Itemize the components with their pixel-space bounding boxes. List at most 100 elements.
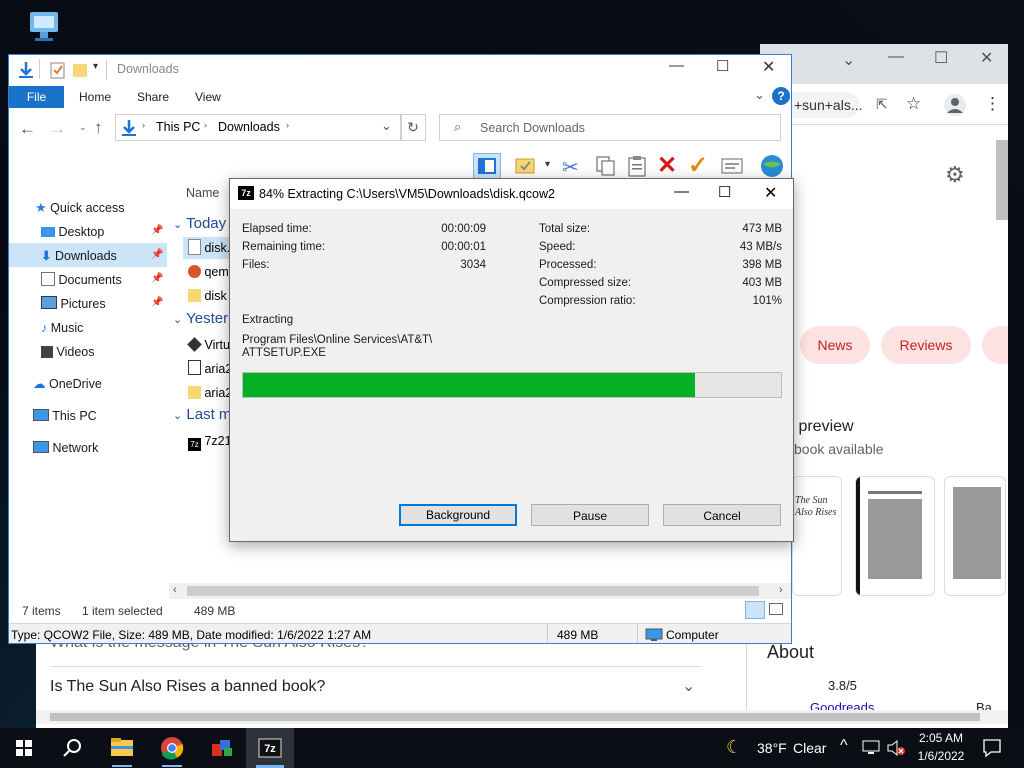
dialog-minimize-button[interactable]: — bbox=[674, 183, 689, 200]
ribbon-tab-view[interactable]: View bbox=[195, 87, 221, 107]
scroll-left-icon[interactable]: ‹ bbox=[173, 584, 177, 596]
book-page-card-2[interactable] bbox=[944, 476, 1006, 596]
bookmark-star-icon[interactable]: ☆ bbox=[906, 94, 921, 114]
quick-access-download-icon[interactable] bbox=[17, 61, 35, 79]
file-explorer-taskbar-icon[interactable] bbox=[98, 728, 146, 768]
dialog-close-button[interactable]: ✕ bbox=[764, 183, 777, 203]
start-button[interactable] bbox=[0, 728, 48, 768]
nav-network[interactable]: Network bbox=[33, 437, 98, 459]
volume-muted-icon[interactable] bbox=[886, 739, 906, 757]
app-taskbar-icon[interactable] bbox=[198, 728, 246, 768]
chrome-maximize-button[interactable]: ☐ bbox=[934, 48, 948, 68]
ribbon-tab-share[interactable]: Share bbox=[137, 87, 169, 107]
file-row[interactable]: disk. bbox=[188, 237, 230, 259]
nav-desktop[interactable]: Desktop bbox=[41, 221, 104, 243]
chrome-h-scrollbar-thumb[interactable] bbox=[50, 713, 980, 721]
back-arrow-icon[interactable]: ← bbox=[19, 119, 36, 139]
address-dropdown-icon[interactable]: ⌄ bbox=[381, 118, 392, 134]
share-icon[interactable]: ⇱ bbox=[876, 96, 888, 113]
file-row[interactable]: disk bbox=[188, 285, 227, 307]
nav-videos[interactable]: Videos bbox=[41, 341, 94, 363]
chrome-tab-dropdown-icon[interactable]: ⌄ bbox=[842, 50, 855, 70]
column-header-name[interactable]: Name bbox=[186, 186, 219, 200]
cancel-button[interactable]: Cancel bbox=[663, 504, 781, 526]
ribbon-expand-icon[interactable]: ⌄ bbox=[754, 87, 765, 103]
file-row[interactable]: qem bbox=[188, 261, 229, 283]
nav-music[interactable]: ♪ Music bbox=[41, 317, 83, 339]
search-box[interactable]: ⌕ Search Downloads bbox=[439, 114, 781, 141]
background-button[interactable]: Background bbox=[399, 504, 517, 526]
weather-temp[interactable]: 38°F bbox=[757, 740, 787, 756]
paste-icon[interactable] bbox=[626, 155, 648, 177]
notification-icon[interactable] bbox=[982, 738, 1002, 758]
faq-item[interactable]: Is The Sun Also Rises a banned book? bbox=[50, 678, 325, 696]
scroll-right-icon[interactable]: › bbox=[779, 584, 783, 596]
file-row[interactable]: aria2 bbox=[188, 358, 232, 380]
recent-locations-icon[interactable]: ⌄ bbox=[79, 122, 87, 133]
nav-documents[interactable]: Documents bbox=[41, 269, 122, 291]
check-icon[interactable]: ✓ bbox=[688, 151, 708, 180]
explorer-maximize-button[interactable]: ☐ bbox=[716, 57, 729, 75]
chrome-h-scrollbar[interactable] bbox=[36, 710, 1008, 724]
delete-icon[interactable]: ✕ bbox=[657, 151, 677, 180]
toolbar-dropdown-icon[interactable]: ▾ bbox=[545, 159, 550, 170]
toolbar-folder-icon[interactable] bbox=[515, 155, 537, 177]
breadcrumb-downloads[interactable]: Downloads bbox=[218, 120, 280, 134]
file-row[interactable]: Virtu bbox=[187, 334, 230, 356]
large-icons-view-icon[interactable] bbox=[769, 603, 783, 615]
forward-arrow-icon[interactable]: → bbox=[49, 119, 66, 139]
faq-chevron-icon[interactable]: ⌄ bbox=[682, 676, 695, 696]
customize-qat-icon[interactable]: ▾ bbox=[93, 61, 98, 72]
profile-avatar[interactable] bbox=[944, 94, 966, 116]
properties-icon[interactable] bbox=[50, 61, 66, 79]
explorer-minimize-button[interactable]: — bbox=[669, 57, 684, 74]
pause-button[interactable]: Pause bbox=[531, 504, 649, 526]
chip-reviews[interactable]: Reviews bbox=[881, 326, 971, 364]
nav-this-pc[interactable]: This PC bbox=[33, 405, 97, 427]
toolbar-view-icon[interactable] bbox=[473, 153, 501, 179]
breadcrumb-this-pc[interactable]: This PC bbox=[156, 120, 200, 134]
chrome-close-button[interactable]: ✕ bbox=[980, 48, 993, 68]
group-yesterday[interactable]: ⌄ Yester bbox=[173, 310, 228, 327]
chrome-scrollbar-thumb[interactable] bbox=[996, 140, 1008, 220]
desktop-recycle-icon[interactable] bbox=[26, 8, 62, 44]
details-view-icon[interactable] bbox=[745, 601, 765, 619]
weather-moon-icon[interactable]: ☾ bbox=[726, 737, 742, 758]
explorer-h-scrollbar[interactable]: ‹ › bbox=[169, 583, 791, 599]
clock-time[interactable]: 2:05 AM bbox=[916, 731, 966, 745]
nav-downloads[interactable]: ⬇ Downloads bbox=[41, 245, 117, 267]
tray-chevron-icon[interactable]: ^ bbox=[840, 737, 848, 755]
network-tray-icon[interactable] bbox=[862, 740, 880, 756]
ribbon-tab-home[interactable]: Home bbox=[79, 87, 111, 107]
nav-onedrive[interactable]: ☁ OneDrive bbox=[33, 373, 102, 395]
file-row[interactable]: 7z 7z21 bbox=[188, 430, 232, 452]
new-folder-icon[interactable] bbox=[72, 61, 88, 79]
clock-date[interactable]: 1/6/2022 bbox=[916, 749, 966, 763]
cut-icon[interactable]: ✂ bbox=[562, 155, 579, 180]
group-today[interactable]: ⌄ Today bbox=[173, 215, 226, 232]
chrome-taskbar-icon[interactable] bbox=[148, 728, 196, 768]
chrome-menu-icon[interactable]: ⋮ bbox=[984, 94, 1001, 114]
refresh-icon[interactable]: ↻ bbox=[400, 114, 426, 141]
help-icon[interactable]: ? bbox=[772, 87, 790, 105]
web-globe-icon[interactable] bbox=[759, 153, 785, 179]
book-page-card-1[interactable] bbox=[855, 476, 935, 596]
ribbon-tab-file[interactable]: File bbox=[9, 86, 64, 108]
up-arrow-icon[interactable]: ↑ bbox=[94, 118, 103, 138]
nav-quick-access[interactable]: ★ Quick access bbox=[35, 197, 124, 219]
explorer-close-button[interactable]: ✕ bbox=[762, 57, 775, 77]
search-icon[interactable] bbox=[48, 728, 96, 768]
copy-icon[interactable] bbox=[594, 155, 616, 177]
chrome-minimize-button[interactable]: — bbox=[888, 48, 904, 66]
mail-icon[interactable] bbox=[720, 155, 744, 177]
chip-more[interactable] bbox=[982, 326, 1008, 364]
explorer-h-scrollbar-thumb[interactable] bbox=[187, 586, 759, 596]
book-cover-card[interactable]: The Sun Also Rises bbox=[792, 476, 842, 596]
file-row[interactable]: aria2 bbox=[188, 382, 232, 404]
chip-news[interactable]: News bbox=[800, 326, 870, 364]
weather-desc[interactable]: Clear bbox=[793, 740, 826, 756]
settings-gear-icon[interactable]: ⚙ bbox=[945, 162, 965, 188]
group-last-month[interactable]: ⌄ Last m bbox=[173, 406, 231, 423]
dialog-maximize-button[interactable]: ☐ bbox=[718, 183, 731, 201]
nav-pictures[interactable]: Pictures bbox=[41, 293, 106, 315]
